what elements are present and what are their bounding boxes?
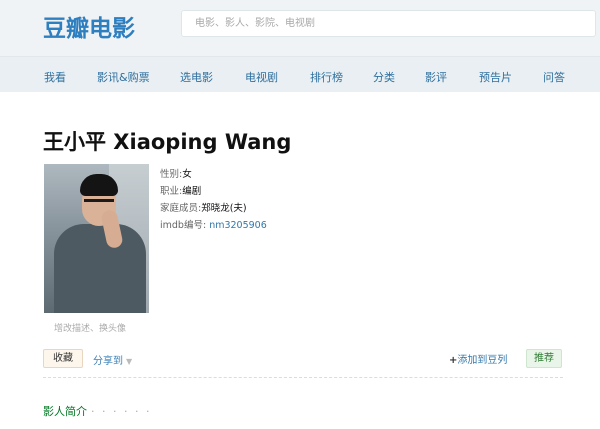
imdb-label: imdb编号: [160, 220, 207, 231]
photo-figure-hair [80, 174, 118, 196]
intro-heading-text: 影人简介 [43, 405, 87, 418]
section-divider [43, 377, 563, 378]
info-profession: 职业:编剧 [160, 183, 201, 197]
recommend-button[interactable]: 推荐 [526, 349, 562, 368]
celebrity-photo[interactable] [44, 164, 149, 313]
add-to-doulist-link[interactable]: +添加到豆列 [449, 351, 507, 366]
profession-label: 职业: [160, 186, 183, 197]
photo-figure-body [54, 224, 146, 313]
family-value[interactable]: 郑晓龙(夫) [201, 203, 246, 214]
share-dropdown[interactable]: 分享到 ▼ [93, 352, 132, 367]
nav-item-qa[interactable]: 问答 [543, 69, 565, 85]
intro-heading: 影人简介 · · · · · · [43, 403, 151, 419]
nav-item-chart[interactable]: 排行榜 [310, 69, 343, 85]
nav-item-trailers[interactable]: 预告片 [479, 69, 512, 85]
chevron-down-icon: ▼ [126, 357, 133, 366]
info-family: 家庭成员:郑晓龙(夫) [160, 200, 247, 214]
family-label: 家庭成员: [160, 203, 202, 214]
search-box[interactable] [181, 10, 596, 37]
info-imdb: imdb编号: nm3205906 [160, 217, 267, 231]
photo-figure-glasses [84, 199, 114, 205]
site-header: 豆瓣电影 [0, 0, 600, 56]
nav-item-mine[interactable]: 我看 [44, 69, 66, 85]
share-label: 分享到 [93, 356, 123, 367]
imdb-link[interactable]: nm3205906 [209, 220, 267, 231]
main-nav: 我看 影讯&购票 选电影 电视剧 排行榜 分类 影评 预告片 问答 [0, 56, 600, 92]
intro-heading-dots: · · · · · · [91, 405, 152, 418]
gender-value: 女 [182, 169, 192, 180]
search-input[interactable] [182, 11, 595, 36]
collect-button[interactable]: 收藏 [43, 349, 83, 368]
nav-item-tv[interactable]: 电视剧 [245, 69, 278, 85]
page-title: 王小平 Xiaoping Wang [43, 130, 292, 154]
profession-value: 编剧 [182, 186, 202, 197]
info-gender: 性别:女 [160, 166, 192, 180]
douban-movie-logo[interactable]: 豆瓣电影 [43, 9, 135, 43]
add-to-doulist-label: 添加到豆列 [457, 355, 508, 366]
gender-label: 性别: [160, 169, 183, 180]
nav-item-tags[interactable]: 分类 [373, 69, 395, 85]
nav-item-showtimes[interactable]: 影讯&购票 [97, 69, 150, 85]
nav-item-explore[interactable]: 选电影 [180, 69, 213, 85]
nav-item-reviews[interactable]: 影评 [425, 69, 447, 85]
photo-edit-links[interactable]: 增改描述、换头像 [54, 321, 126, 334]
